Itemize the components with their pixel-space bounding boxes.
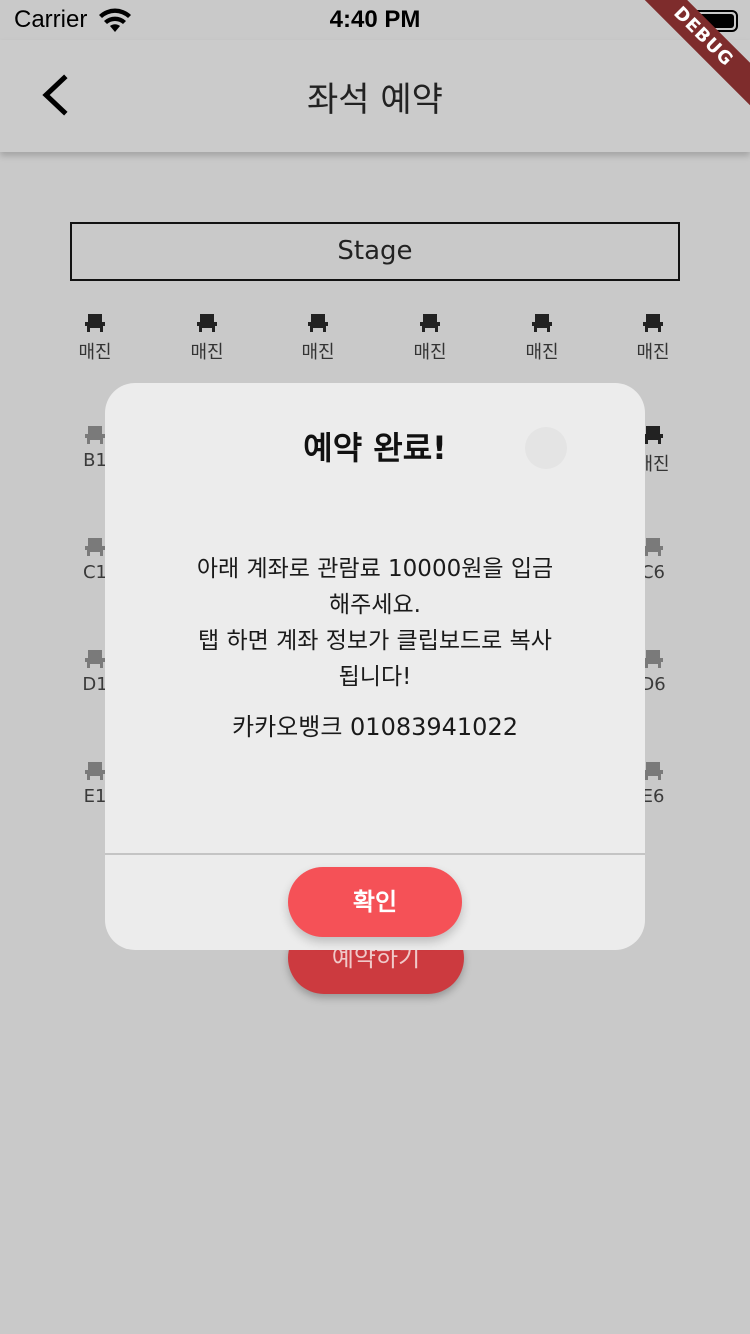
seat-icon bbox=[85, 314, 105, 332]
seat-a4[interactable]: 매진 bbox=[400, 314, 460, 364]
account-info[interactable]: 카카오뱅크 01083941022 bbox=[105, 707, 645, 742]
reservation-complete-dialog: 예약 완료! 아래 계좌로 관람료 10000원을 입금 해주세요. 탭 하면 … bbox=[105, 383, 645, 950]
seat-label: 매진 bbox=[525, 342, 559, 363]
seat-a2[interactable]: 매진 bbox=[177, 314, 237, 364]
stage-box: Stage bbox=[70, 222, 680, 281]
seat-a5[interactable]: 매진 bbox=[512, 314, 572, 364]
seat-a6[interactable]: 매진 bbox=[623, 314, 683, 364]
seat-a1[interactable]: 매진 bbox=[65, 314, 125, 364]
dialog-message-line: 해주세요. bbox=[329, 592, 421, 618]
seat-icon bbox=[197, 314, 217, 332]
seat-icon bbox=[532, 314, 552, 332]
seat-icon bbox=[85, 426, 105, 444]
seat-icon bbox=[85, 650, 105, 668]
seat-icon bbox=[643, 314, 663, 332]
seat-icon bbox=[85, 762, 105, 780]
app-bar: 좌석 예약 bbox=[0, 40, 750, 152]
seat-label: 매진 bbox=[413, 342, 447, 363]
seat-icon bbox=[420, 314, 440, 332]
divider bbox=[105, 853, 645, 855]
seat-a3[interactable]: 매진 bbox=[288, 314, 348, 364]
clock: 4:40 PM bbox=[329, 6, 421, 33]
seat-label: 매진 bbox=[78, 342, 112, 363]
confirm-button[interactable]: 확인 bbox=[288, 867, 462, 937]
dialog-message-line: 됩니다! bbox=[338, 664, 412, 690]
seat-icon bbox=[308, 314, 328, 332]
seat-icon bbox=[85, 538, 105, 556]
seat-label: 매진 bbox=[190, 342, 224, 363]
dialog-title: 예약 완료! bbox=[303, 429, 447, 467]
page-title: 좌석 예약 bbox=[307, 80, 443, 120]
seat-label: 매진 bbox=[636, 342, 670, 363]
dialog-message-line: 탭 하면 계좌 정보가 클립보드로 복사 bbox=[198, 628, 552, 654]
dialog-message[interactable]: 아래 계좌로 관람료 10000원을 입금 해주세요. 탭 하면 계좌 정보가 … bbox=[165, 551, 585, 695]
status-bar: Carrier 4:40 PM bbox=[0, 0, 750, 40]
seat-label: 매진 bbox=[301, 342, 335, 363]
dialog-message-line: 아래 계좌로 관람료 10000원을 입금 bbox=[196, 556, 554, 582]
